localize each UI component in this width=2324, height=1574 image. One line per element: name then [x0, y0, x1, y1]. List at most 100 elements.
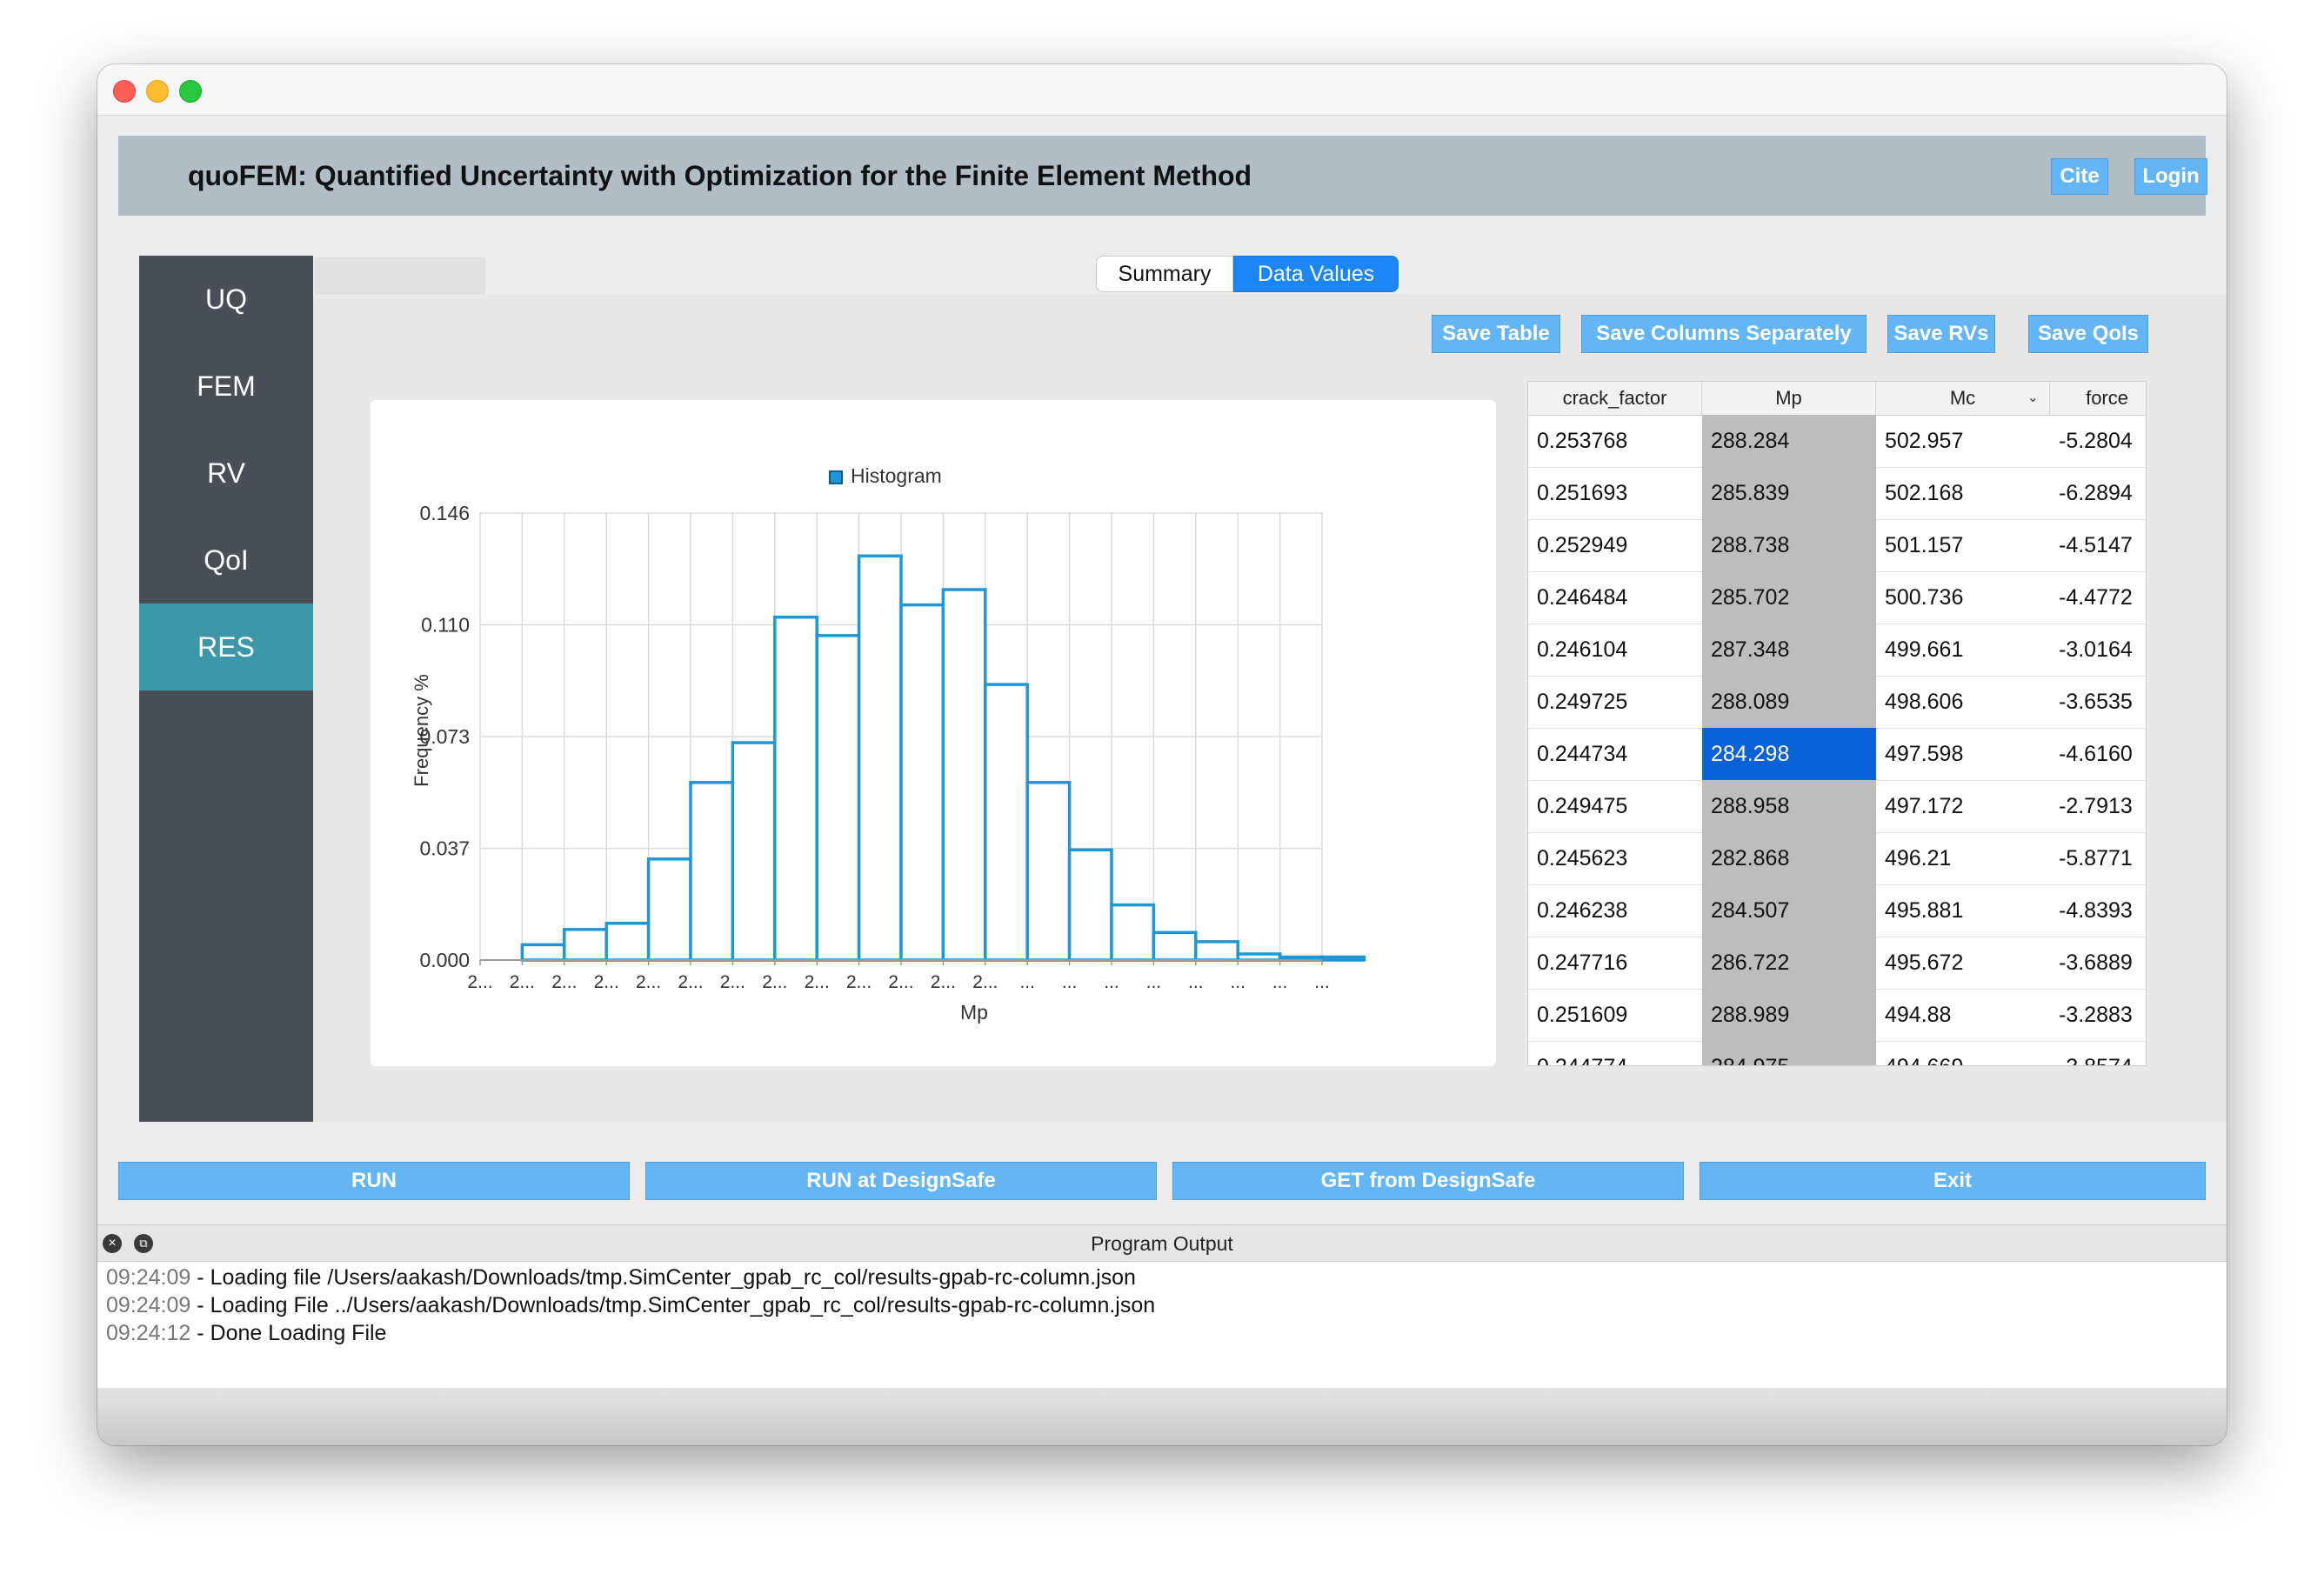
zoom-window-button[interactable] [179, 80, 202, 103]
table-cell[interactable]: -3.6889 [2050, 937, 2146, 989]
x-tick-label: ... [1272, 972, 1288, 992]
table-cell[interactable]: 497.598 [1876, 728, 2050, 780]
sidebar-item-res[interactable]: RES [139, 604, 313, 690]
table-cell[interactable]: 0.244734 [1528, 728, 1702, 780]
table-cell[interactable]: -6.2894 [2050, 467, 2146, 519]
table-cell[interactable]: 0.244774 [1528, 1041, 1702, 1065]
table-cell[interactable]: 0.246484 [1528, 571, 1702, 624]
table-cell[interactable]: 284.975 [1702, 1041, 1876, 1065]
table-cell[interactable]: 494.88 [1876, 989, 2050, 1041]
table-row[interactable]: 0.246484 285.702 500.736 -4.4772 [1528, 571, 2146, 624]
table-row[interactable]: 0.251609 288.989 494.88 -3.2883 [1528, 989, 2146, 1042]
table-cell[interactable]: 288.989 [1702, 989, 1876, 1041]
save-rvs-button[interactable]: Save RVs [1887, 315, 1995, 353]
get-designsafe-button[interactable]: GET from DesignSafe [1172, 1162, 1684, 1200]
table-cell[interactable]: 498.606 [1876, 676, 2050, 728]
table-row[interactable]: 0.246104 287.348 499.661 -3.0164 [1528, 624, 2146, 677]
table-row[interactable]: 0.244774284.975494.669-3.8574 [1528, 1041, 2146, 1065]
table-cell[interactable]: 499.661 [1876, 624, 2050, 676]
table-cell[interactable]: 288.284 [1702, 415, 1876, 467]
table-cell[interactable]: -3.2883 [2050, 989, 2146, 1041]
x-tick-label: 2... [972, 972, 998, 992]
table-cell[interactable]: -4.8393 [2050, 884, 2146, 937]
data-table[interactable]: crack_factor Mp Mc ⌄ force 0.253768 288.28… [1527, 381, 2147, 1066]
table-cell[interactable]: 0.245623 [1528, 832, 1702, 884]
table-cell[interactable]: -2.7913 [2050, 780, 2146, 832]
table-row[interactable]: 0.246238 284.507 495.881 -4.8393 [1528, 884, 2146, 937]
table-cell[interactable]: 500.736 [1876, 571, 2050, 624]
minimize-window-button[interactable] [146, 80, 169, 103]
login-button[interactable]: Login [2134, 158, 2207, 195]
table-cell[interactable]: 495.672 [1876, 937, 2050, 989]
column-header-crack-factor[interactable]: crack_factor [1528, 382, 1702, 415]
float-dock-icon[interactable]: ⧉ [134, 1234, 153, 1253]
table-cell[interactable]: -4.4772 [2050, 571, 2146, 624]
table-cell[interactable]: 496.21 [1876, 832, 2050, 884]
x-tick-label: 2... [720, 972, 745, 992]
sidebar-item-qoi[interactable]: QoI [139, 517, 313, 604]
table-cell[interactable]: 282.868 [1702, 832, 1876, 884]
exit-button[interactable]: Exit [1700, 1162, 2206, 1200]
table-cell[interactable]: -5.8771 [2050, 832, 2146, 884]
table-cell[interactable]: -3.0164 [2050, 624, 2146, 676]
y-tick-label: 0.000 [419, 949, 470, 971]
table-cell[interactable]: 0.249725 [1528, 676, 1702, 728]
table-row[interactable]: 0.252949 288.738 501.157 -4.5147 [1528, 519, 2146, 572]
close-window-button[interactable] [113, 80, 136, 103]
table-cell[interactable]: -4.5147 [2050, 519, 2146, 571]
table-cell[interactable]: 285.839 [1702, 467, 1876, 519]
column-header-mp[interactable]: Mp [1702, 382, 1876, 415]
table-cell[interactable]: 495.881 [1876, 884, 2050, 937]
sidebar-item-rv[interactable]: RV [139, 430, 313, 517]
table-cell[interactable]: 0.246104 [1528, 624, 1702, 676]
table-cell[interactable]: 502.168 [1876, 467, 2050, 519]
sidebar-item-fem[interactable]: FEM [139, 343, 313, 430]
table-cell[interactable]: 0.252949 [1528, 519, 1702, 571]
table-cell[interactable]: 0.247716 [1528, 937, 1702, 989]
table-cell[interactable]: 502.957 [1876, 415, 2050, 467]
table-cell[interactable]: -5.2804 [2050, 415, 2146, 467]
table-cell[interactable]: -3.6535 [2050, 676, 2146, 728]
table-cell[interactable]: 0.251609 [1528, 989, 1702, 1041]
table-row[interactable]: 0.247716 286.722 495.672 -3.6889 [1528, 937, 2146, 990]
table-row[interactable]: 0.251693 285.839 502.168 -6.2894 [1528, 467, 2146, 520]
table-cell[interactable]: 286.722 [1702, 937, 1876, 989]
table-cell[interactable]: 0.249475 [1528, 780, 1702, 832]
table-cell[interactable]: 501.157 [1876, 519, 2050, 571]
table-row[interactable]: 0.244734 284.298 497.598 -4.6160 [1528, 728, 2146, 781]
output-dock-titlebar: Program Output × ⧉ [97, 1224, 2227, 1262]
table-cell[interactable]: 285.702 [1702, 571, 1876, 624]
close-dock-icon[interactable]: × [103, 1234, 122, 1253]
save-qois-button[interactable]: Save QoIs [2028, 315, 2148, 353]
table-cell[interactable]: 284.507 [1702, 884, 1876, 937]
histogram-bar [857, 554, 903, 962]
table-cell[interactable]: -4.6160 [2050, 728, 2146, 780]
table-cell[interactable]: 0.253768 [1528, 415, 1702, 467]
table-row[interactable]: 0.249725 288.089 498.606 -3.6535 [1528, 676, 2146, 729]
table-cell[interactable]: 497.172 [1876, 780, 2050, 832]
column-header-force[interactable]: force [2050, 382, 2146, 415]
table-row[interactable]: 0.249475 288.958 497.172 -2.7913 [1528, 780, 2146, 833]
column-header-mc[interactable]: Mc ⌄ [1876, 382, 2050, 415]
tab-summary[interactable]: Summary [1096, 256, 1233, 292]
x-tick-label: 2... [805, 972, 830, 992]
run-button[interactable]: RUN [118, 1162, 630, 1200]
save-table-button[interactable]: Save Table [1432, 315, 1560, 353]
tab-data-values[interactable]: Data Values [1233, 256, 1399, 292]
run-designsafe-button[interactable]: RUN at DesignSafe [645, 1162, 1157, 1200]
table-cell[interactable]: 0.246238 [1528, 884, 1702, 937]
histogram-chart: Histogram Frequency % Mp 0.0000.0370.073… [411, 464, 1366, 1024]
save-columns-button[interactable]: Save Columns Separately [1581, 315, 1867, 353]
table-cell[interactable]: 494.669 [1876, 1041, 2050, 1065]
table-cell[interactable]: -3.8574 [2050, 1041, 2146, 1065]
table-cell[interactable]: 287.348 [1702, 624, 1876, 676]
table-row[interactable]: 0.253768 288.284 502.957 -5.2804 [1528, 415, 2146, 468]
table-cell[interactable]: 288.738 [1702, 519, 1876, 571]
table-cell[interactable]: 284.298 [1702, 728, 1876, 780]
table-row[interactable]: 0.245623 282.868 496.21 -5.8771 [1528, 832, 2146, 885]
table-cell[interactable]: 288.089 [1702, 676, 1876, 728]
table-cell[interactable]: 0.251693 [1528, 467, 1702, 519]
sidebar-item-uq[interactable]: UQ [139, 256, 313, 343]
table-cell[interactable]: 288.958 [1702, 780, 1876, 832]
cite-button[interactable]: Cite [2051, 158, 2108, 195]
